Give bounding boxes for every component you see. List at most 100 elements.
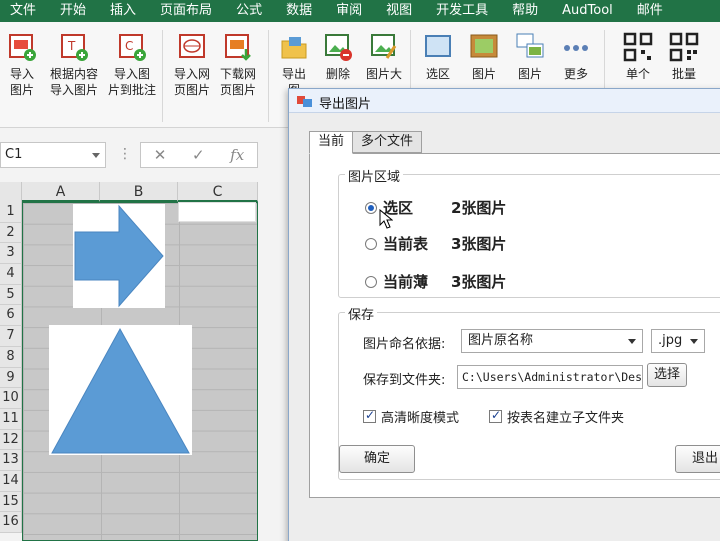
tab-current[interactable]: 当前 (309, 131, 354, 154)
tab-multiple-files[interactable]: 多个文件 (352, 131, 423, 153)
radio-current-workbook-label: 当前薄 (383, 273, 429, 291)
image-edit-icon (369, 32, 399, 62)
row-header[interactable]: 15 (0, 491, 22, 513)
row-header[interactable]: 12 (0, 429, 22, 451)
chevron-down-icon[interactable] (92, 153, 100, 158)
row-header[interactable]: 16 (0, 512, 22, 533)
mouse-cursor-icon (379, 209, 393, 229)
row-header[interactable]: 11 (0, 408, 22, 430)
image-size-label: 图片大 (365, 67, 402, 81)
export-image-dialog: 导出图片 当前 多个文件 图片区域 选区 2张图片 当前表 3张图片 当前薄 3… (288, 88, 720, 541)
dialog-title-bar[interactable]: 导出图片 (289, 89, 720, 113)
tab-page-layout[interactable]: 页面布局 (148, 0, 224, 22)
naming-select[interactable]: 图片原名称 (461, 329, 643, 353)
radio-current-sheet-label: 当前表 (383, 235, 429, 253)
row-header[interactable]: 13 (0, 450, 22, 471)
exit-button[interactable]: 退出 (675, 445, 720, 473)
select-all-corner[interactable] (0, 182, 22, 202)
tab-file[interactable]: 文件 (0, 0, 48, 22)
tab-formulas[interactable]: 公式 (224, 0, 274, 22)
tab-mail[interactable]: 邮件 (625, 0, 675, 22)
region-group-title: 图片区域 (345, 166, 404, 185)
radio-button[interactable] (365, 237, 377, 250)
format-select[interactable]: .jpg (651, 329, 705, 353)
save-group: 保存 图片命名依据: 图片原名称 .jpg 保存到文件夹: C:\Users\A… (338, 304, 720, 480)
column-header-c[interactable]: C (178, 182, 258, 202)
arrow-shape-picture[interactable] (73, 204, 165, 308)
tab-review[interactable]: 审阅 (324, 0, 374, 22)
naming-label: 图片命名依据: (363, 337, 446, 352)
folder-label: 保存到文件夹: (363, 373, 446, 388)
confirm-icon[interactable]: ✓ (192, 146, 205, 164)
column-headers: A B C (22, 182, 258, 202)
select-area-icon (423, 32, 453, 62)
chevron-down-icon (690, 339, 698, 344)
triangle-shape-picture[interactable] (49, 325, 192, 455)
import-by-content-button[interactable]: T 根据内容 导入图片 (46, 32, 102, 98)
column-header-b[interactable]: B (100, 182, 178, 202)
current-sheet-count: 3张图片 (451, 235, 507, 253)
row-header[interactable]: 3 (0, 243, 22, 265)
chevron-down-icon (628, 339, 636, 344)
download-icon (223, 32, 253, 62)
cancel-icon[interactable]: ✕ (154, 146, 167, 164)
text-image-icon: T (59, 32, 89, 62)
row-header[interactable]: 9 (0, 367, 22, 389)
svg-text:T: T (67, 39, 76, 53)
tab-data[interactable]: 数据 (274, 0, 324, 22)
download-web-image-button[interactable]: 下载网 页图片 (210, 32, 266, 98)
row-header[interactable]: 7 (0, 326, 22, 347)
current-workbook-count: 3张图片 (451, 273, 507, 291)
tab-help[interactable]: 帮助 (500, 0, 550, 22)
name-box-value: C1 (5, 147, 23, 162)
import-by-content-label: 根据内容 导入图片 (49, 67, 98, 97)
row-header[interactable]: 6 (0, 305, 22, 327)
image-size-button[interactable]: 图片大 (356, 32, 412, 82)
row-header[interactable]: 4 (0, 264, 22, 285)
name-box[interactable]: C1 (0, 142, 106, 168)
tab-audtool[interactable]: AudTool (550, 0, 625, 22)
subfolder-checkbox[interactable]: 按表名建立子文件夹 (489, 407, 624, 426)
picture-frame-icon (469, 32, 499, 62)
radio-current-workbook[interactable]: 当前薄 (365, 271, 428, 292)
row-header[interactable]: 2 (0, 222, 22, 244)
batch-qr-button[interactable]: 批量 (656, 32, 712, 82)
triangle-icon (49, 325, 192, 455)
tab-panel: 图片区域 选区 2张图片 当前表 3张图片 当前薄 3张图片 保存 图片命名依据… (309, 153, 720, 498)
tab-developer[interactable]: 开发工具 (424, 0, 500, 22)
row-header[interactable]: 10 (0, 388, 22, 409)
more-button[interactable]: 更多 (548, 32, 604, 82)
browse-button[interactable]: 选择 (647, 363, 687, 387)
subfolder-label: 按表名建立子文件夹 (507, 411, 625, 426)
radio-button[interactable] (365, 275, 377, 288)
tab-insert[interactable]: 插入 (98, 0, 148, 22)
tab-view[interactable]: 视图 (374, 0, 424, 22)
row-header[interactable]: 1 (0, 202, 22, 223)
import-to-comment-button[interactable]: C 导入图 片到批注 (104, 32, 160, 98)
download-web-image-label: 下载网 页图片 (219, 67, 256, 97)
column-header-a[interactable]: A (22, 182, 100, 202)
checkbox-checked[interactable] (489, 408, 502, 423)
qr-code-icon (623, 32, 653, 62)
ok-button[interactable]: 确定 (339, 445, 415, 473)
row-header[interactable]: 8 (0, 346, 22, 368)
insert-image-button[interactable]: 导入 图片 (0, 32, 50, 98)
app-icon (297, 96, 312, 107)
pictures-icon (515, 32, 545, 62)
row-headers: 1 2 3 4 5 6 7 8 9 10 11 12 13 14 15 16 (0, 202, 22, 533)
row-header[interactable]: 5 (0, 284, 22, 306)
row-header[interactable]: 14 (0, 470, 22, 492)
folder-path-input[interactable]: C:\Users\Administrator\Deskt (457, 365, 643, 389)
hd-mode-checkbox[interactable]: 高清晰度模式 (363, 407, 459, 426)
checkbox-checked[interactable] (363, 408, 376, 423)
tab-home[interactable]: 开始 (48, 0, 98, 22)
more-vertical-icon: ⋮ (118, 146, 132, 162)
insert-image-label: 导入 图片 (9, 67, 34, 97)
more-dots-icon (561, 32, 591, 62)
radio-current-sheet[interactable]: 当前表 (365, 233, 428, 254)
radio-button-checked[interactable] (365, 201, 377, 214)
naming-select-value: 图片原名称 (468, 333, 534, 348)
selection-count: 2张图片 (451, 199, 507, 217)
function-icon[interactable]: fx (230, 146, 244, 164)
active-cell-c1[interactable] (178, 202, 256, 222)
